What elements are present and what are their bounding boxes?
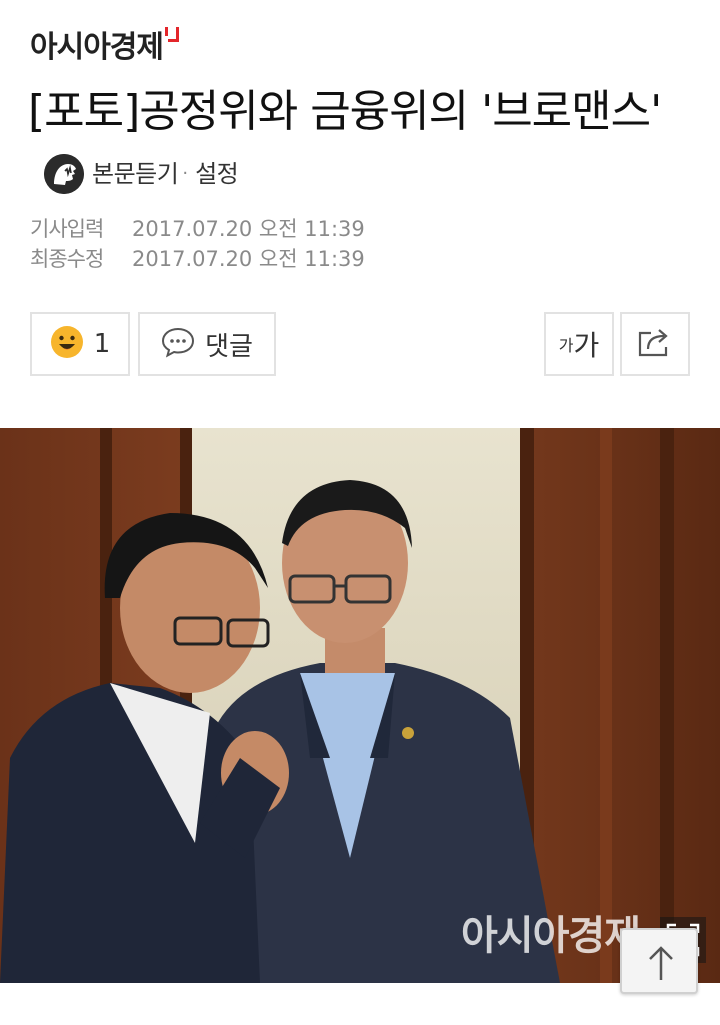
article-title-text: [포토]공정위와 금융위의 '브로맨스': [28, 86, 662, 137]
brand-logo[interactable]: 아시아경제: [30, 22, 179, 66]
reaction-button[interactable]: 1: [30, 312, 130, 376]
photo-illustration: [0, 428, 720, 983]
tts-settings-link[interactable]: 설정: [195, 142, 239, 206]
published-label: 기사입력: [30, 217, 104, 241]
tts-separator: ·: [182, 163, 188, 184]
share-icon: [636, 325, 674, 363]
share-button[interactable]: [620, 312, 690, 376]
article-title: [포토]공정위와 금융위의 '브로맨스' 본문듣기 · 설정: [28, 80, 688, 210]
comment-label: 댓글: [205, 331, 253, 362]
article-photo[interactable]: 아시아경제: [0, 428, 720, 983]
font-size-small-glyph: 가: [558, 336, 574, 355]
scroll-top-button[interactable]: [620, 928, 698, 994]
comment-button[interactable]: 댓글: [138, 312, 276, 376]
audio-speaker-icon[interactable]: [44, 154, 84, 194]
photo-watermark: 아시아경제: [461, 913, 641, 959]
published-row: 기사입력 2017.07.20 오전 11:39: [30, 214, 365, 244]
smiley-icon: [50, 325, 84, 363]
reaction-count: 1: [93, 329, 111, 359]
modified-value: 2017.07.20 오전 11:39: [132, 247, 365, 271]
brand-mark-icon: [165, 27, 179, 42]
modified-row: 최종수정 2017.07.20 오전 11:39: [30, 244, 365, 274]
article-meta: 기사입력 2017.07.20 오전 11:39 최종수정 2017.07.20…: [30, 214, 365, 274]
tts-controls: 본문듣기 · 설정: [44, 142, 239, 206]
font-size-large-glyph: 가: [573, 329, 600, 362]
published-value: 2017.07.20 오전 11:39: [132, 217, 365, 241]
modified-label: 최종수정: [30, 247, 104, 271]
brand-name: 아시아경제: [30, 30, 164, 65]
font-size-button[interactable]: 가 가: [544, 312, 614, 376]
tts-listen-link[interactable]: 본문듣기: [92, 142, 179, 206]
speech-bubble-icon: [161, 326, 195, 362]
